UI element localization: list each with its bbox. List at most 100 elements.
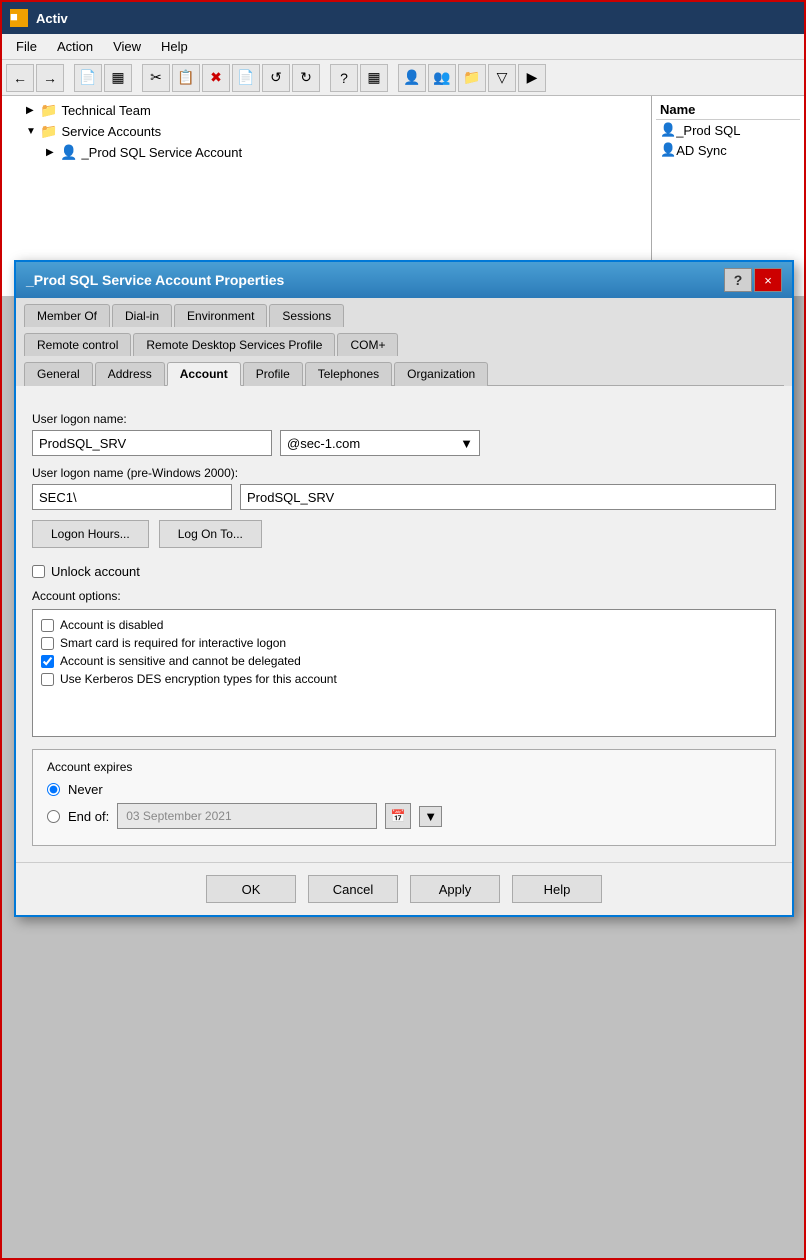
apply-button[interactable]: Apply xyxy=(410,875,500,903)
tab-address[interactable]: Address xyxy=(95,362,165,386)
right-panel-icon-2: 👤 xyxy=(660,142,676,158)
tab-telephones[interactable]: Telephones xyxy=(305,362,392,386)
delegate-button[interactable]: ▦ xyxy=(360,64,388,92)
pre2000-row xyxy=(32,484,776,510)
tab-com-plus[interactable]: COM+ xyxy=(337,333,398,356)
tab-row-1: Member Of Dial-in Environment Sessions xyxy=(24,298,784,327)
domain-dropdown[interactable]: @sec-1.com ▼ xyxy=(280,430,480,456)
title-bar: ■ Activ xyxy=(2,2,804,34)
option-item-kerberos[interactable]: Use Kerberos DES encryption types for th… xyxy=(41,670,767,688)
unlock-row: Unlock account xyxy=(32,564,776,579)
never-row: Never xyxy=(47,782,761,797)
opt-smartcard-label: Smart card is required for interactive l… xyxy=(60,636,286,650)
ok-button[interactable]: OK xyxy=(206,875,296,903)
menu-file[interactable]: File xyxy=(6,37,47,56)
right-panel-item-prod-sql[interactable]: 👤 _Prod SQL xyxy=(656,120,800,140)
unlock-account-label[interactable]: Unlock account xyxy=(32,564,140,579)
dialog-body: User logon name: @sec-1.com ▼ User logon… xyxy=(16,386,792,862)
tree-item-service-accounts[interactable]: ▼ 📁 Service Accounts xyxy=(2,121,651,142)
menu-action[interactable]: Action xyxy=(47,37,103,56)
cut-button[interactable]: ✂ xyxy=(142,64,170,92)
up-button[interactable]: 📄 xyxy=(74,64,102,92)
tab-sessions[interactable]: Sessions xyxy=(269,304,344,327)
date-input[interactable] xyxy=(117,803,377,829)
new-user-button[interactable]: 👤 xyxy=(398,64,426,92)
dialog-footer: OK Cancel Apply Help xyxy=(16,862,792,915)
expand-technical-team[interactable]: ▶ xyxy=(26,105,40,116)
dialog-help-button[interactable]: ? xyxy=(724,268,752,292)
right-panel-header: Name xyxy=(656,100,800,120)
unlock-account-text: Unlock account xyxy=(51,564,140,579)
cancel-button[interactable]: Cancel xyxy=(308,875,398,903)
right-panel-item-adsync[interactable]: 👤 AD Sync xyxy=(656,140,800,160)
option-item-smartcard[interactable]: Smart card is required for interactive l… xyxy=(41,634,767,652)
tab-row-2: Remote control Remote Desktop Services P… xyxy=(24,327,784,356)
expand-prod-sql[interactable]: ▶ xyxy=(46,147,60,158)
right-panel-label-1: _Prod SQL xyxy=(676,123,740,138)
tab-profile[interactable]: Profile xyxy=(243,362,303,386)
tab-organization[interactable]: Organization xyxy=(394,362,488,386)
pre2000-prefix-input[interactable] xyxy=(32,484,232,510)
opt-disabled-checkbox[interactable] xyxy=(41,619,54,632)
opt-smartcard-checkbox[interactable] xyxy=(41,637,54,650)
properties-button[interactable]: 📄 xyxy=(232,64,260,92)
filter-button[interactable]: ▽ xyxy=(488,64,516,92)
logon-name-input[interactable] xyxy=(32,430,272,456)
right-panel-icon-1: 👤 xyxy=(660,122,676,138)
tree-item-technical-team[interactable]: ▶ 📁 Technical Team xyxy=(2,100,651,121)
domain-arrow: ▼ xyxy=(460,436,473,451)
dialog-close-button[interactable]: × xyxy=(754,268,782,292)
option-item-disabled[interactable]: Account is disabled xyxy=(41,616,767,634)
option-item-sensitive[interactable]: Account is sensitive and cannot be deleg… xyxy=(41,652,767,670)
tab-general[interactable]: General xyxy=(24,362,93,386)
dialog-titlebar: _Prod SQL Service Account Properties ? × xyxy=(16,262,792,298)
tab-rdsp[interactable]: Remote Desktop Services Profile xyxy=(133,333,335,356)
tree-item-prod-sql[interactable]: ▶ 👤 _Prod SQL Service Account xyxy=(2,142,651,163)
new-ou-button[interactable]: 📁 xyxy=(458,64,486,92)
tab-remote-control[interactable]: Remote control xyxy=(24,333,131,356)
find-button[interactable]: ▶ xyxy=(518,64,546,92)
opt-kerberos-label: Use Kerberos DES encryption types for th… xyxy=(60,672,337,686)
back-button[interactable]: ← xyxy=(6,64,34,92)
calendar-arrow[interactable]: ▼ xyxy=(419,806,442,827)
help-toolbar-button[interactable]: ? xyxy=(330,64,358,92)
delete-button[interactable]: ✖ xyxy=(202,64,230,92)
expand-service-accounts[interactable]: ▼ xyxy=(26,126,40,137)
tree-item-label: Technical Team xyxy=(61,103,150,118)
new-group-button[interactable]: 👥 xyxy=(428,64,456,92)
logon-hours-button[interactable]: Logon Hours... xyxy=(32,520,149,548)
properties-dialog: _Prod SQL Service Account Properties ? ×… xyxy=(14,260,794,917)
expires-title: Account expires xyxy=(47,760,761,774)
right-panel-label-2: AD Sync xyxy=(676,143,727,158)
log-on-to-button[interactable]: Log On To... xyxy=(159,520,262,548)
tab-account[interactable]: Account xyxy=(167,362,241,386)
folder-icon-sa: 📁 xyxy=(40,123,57,140)
show-hide-button[interactable]: ▦ xyxy=(104,64,132,92)
calendar-button[interactable]: 📅 xyxy=(385,803,411,829)
forward-button[interactable]: → xyxy=(36,64,64,92)
logon-name-label: User logon name: xyxy=(32,412,776,426)
opt-sensitive-checkbox[interactable] xyxy=(41,655,54,668)
export-button[interactable]: ↻ xyxy=(292,64,320,92)
user-icon-prod-sql: 👤 xyxy=(60,144,77,161)
pre2000-value-input[interactable] xyxy=(240,484,776,510)
menu-bar: File Action View Help xyxy=(2,34,804,60)
domain-value: @sec-1.com xyxy=(287,436,360,451)
logon-name-row: @sec-1.com ▼ xyxy=(32,430,776,456)
copy-button[interactable]: 📋 xyxy=(172,64,200,92)
logon-buttons: Logon Hours... Log On To... xyxy=(32,520,776,548)
menu-help[interactable]: Help xyxy=(151,37,198,56)
refresh-button[interactable]: ↺ xyxy=(262,64,290,92)
tab-dial-in[interactable]: Dial-in xyxy=(112,304,172,327)
dialog-title: _Prod SQL Service Account Properties xyxy=(26,272,722,288)
opt-kerberos-checkbox[interactable] xyxy=(41,673,54,686)
account-options-box[interactable]: Account is disabled Smart card is requir… xyxy=(32,609,776,737)
tab-environment[interactable]: Environment xyxy=(174,304,267,327)
menu-view[interactable]: View xyxy=(103,37,151,56)
never-radio[interactable] xyxy=(47,783,60,796)
opt-disabled-label: Account is disabled xyxy=(60,618,163,632)
help-footer-button[interactable]: Help xyxy=(512,875,602,903)
tab-member-of[interactable]: Member Of xyxy=(24,304,110,327)
unlock-account-checkbox[interactable] xyxy=(32,565,45,578)
end-of-radio[interactable] xyxy=(47,810,60,823)
